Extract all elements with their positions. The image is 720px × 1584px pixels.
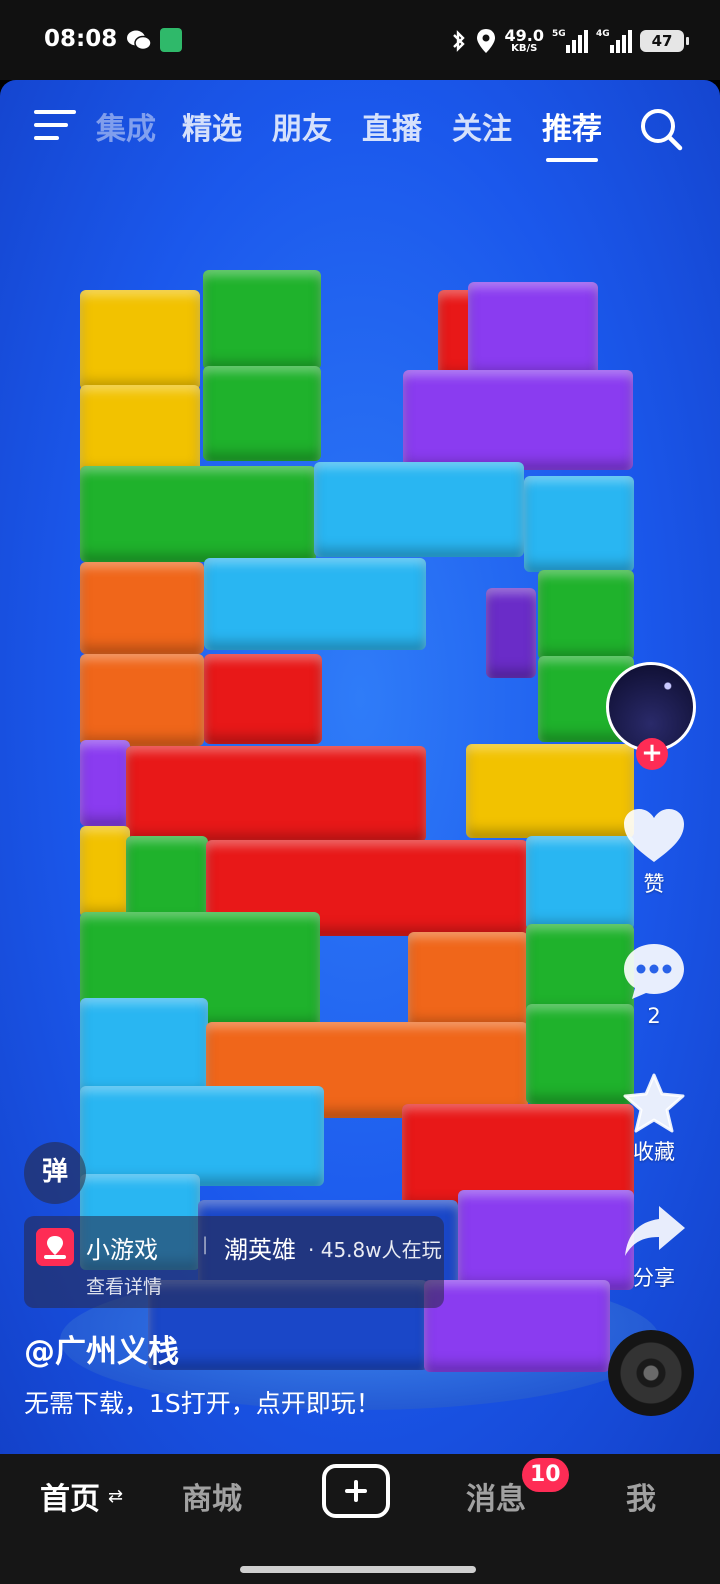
like-label: 赞	[643, 872, 665, 896]
messages-badge: 10	[522, 1458, 569, 1492]
heart-icon	[624, 809, 684, 862]
favorite-button[interactable]: 收藏	[614, 1072, 694, 1166]
bluetooth-icon	[452, 30, 465, 52]
video-caption: 无需下载，1S打开，点开即玩！	[24, 1389, 381, 1418]
tab-live[interactable]: 直播	[362, 104, 422, 148]
nav-messages[interactable]: 消息	[466, 1474, 526, 1518]
status-bar: 08:08 49.0 KB/S 5G 4G 47	[0, 0, 720, 80]
bottom-nav: 首页 ⇄ 商城 消息 10 我	[0, 1454, 720, 1584]
nav-home[interactable]: 首页	[40, 1474, 100, 1518]
signal-4g-icon: 4G	[596, 29, 632, 53]
share-icon	[625, 1206, 685, 1256]
comment-button[interactable]: 2	[614, 940, 694, 1028]
tab-friends[interactable]: 朋友	[272, 104, 332, 148]
home-indicator[interactable]	[240, 1566, 476, 1573]
tab-recommended[interactable]: 推荐	[542, 104, 602, 162]
tab-featured[interactable]: 精选	[182, 104, 242, 148]
game-name: 潮英雄	[224, 1236, 296, 1264]
follow-button[interactable]: +	[636, 738, 668, 770]
status-icons: 49.0 KB/S 5G 4G 47	[451, 26, 689, 56]
star-icon	[623, 1073, 685, 1133]
view-details-link[interactable]: 查看详情	[86, 1272, 162, 1299]
create-post-button[interactable]	[322, 1464, 390, 1518]
author-name[interactable]: @广州义栈	[24, 1326, 179, 1371]
signal-5g-icon: 5G	[552, 29, 588, 53]
location-icon	[476, 29, 495, 53]
nav-mall[interactable]: 商城	[182, 1474, 242, 1518]
comment-count: 2	[647, 1004, 661, 1028]
mini-game-card[interactable]: 小游戏 | 潮英雄 · 45.8w人在玩 查看详情	[24, 1216, 444, 1308]
mini-game-tag: 小游戏	[86, 1236, 158, 1264]
share-button[interactable]: 分享	[614, 1202, 694, 1292]
menu-icon[interactable]	[34, 110, 76, 146]
battery-saver-icon	[160, 28, 182, 52]
swap-icon: ⇄	[108, 1486, 124, 1507]
tab-jicheng[interactable]: 集成	[96, 104, 156, 148]
tab-following[interactable]: 关注	[452, 104, 512, 148]
network-speed: 49.0 KB/S	[504, 26, 544, 54]
battery-indicator: 47	[640, 30, 689, 52]
clock: 08:08	[44, 26, 118, 52]
feed-tabs: 集成 精选 朋友 直播 关注 推荐	[96, 104, 602, 162]
nav-me[interactable]: 我	[626, 1474, 656, 1518]
comment-icon	[624, 944, 684, 999]
player-count: · 45.8w人在玩	[308, 1238, 442, 1262]
mini-game-icon	[36, 1228, 74, 1266]
separator: |	[202, 1234, 209, 1255]
music-disc-icon[interactable]	[608, 1330, 694, 1416]
wechat-icon	[127, 30, 152, 51]
search-icon[interactable]	[638, 106, 684, 152]
top-nav: 集成 精选 朋友 直播 关注 推荐	[0, 92, 720, 172]
danmu-toggle-button[interactable]: 弹	[24, 1142, 86, 1204]
share-label: 分享	[633, 1266, 675, 1290]
favorite-label: 收藏	[633, 1140, 675, 1164]
like-button[interactable]: 赞	[614, 806, 694, 898]
